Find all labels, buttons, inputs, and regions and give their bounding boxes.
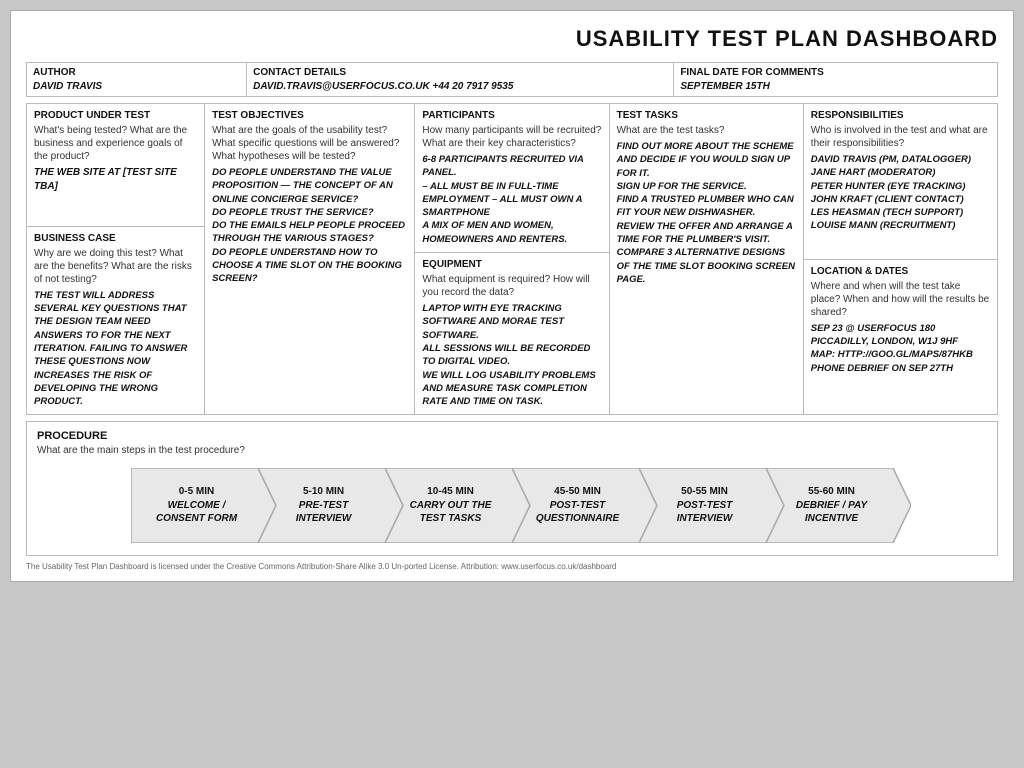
participants-item-2: A MIX OF MEN AND WOMEN, HOMEOWNERS AND R… xyxy=(422,219,601,246)
equipment-item-0: LAPTOP WITH EYE TRACKING SOFTWARE AND MO… xyxy=(422,302,601,342)
col-2: TEST OBJECTIVES What are the goals of th… xyxy=(205,104,415,414)
step-label-0: WELCOME / CONSENT FORM xyxy=(156,499,237,525)
step-label-1: PRE-TEST INTERVIEW xyxy=(296,499,352,525)
equipment-cell: EQUIPMENT What equipment is required? Ho… xyxy=(415,253,608,414)
resp-item-3: JOHN KRAFT (CLIENT CONTACT) xyxy=(811,193,990,206)
participants-cell: PARTICIPANTS How many participants will … xyxy=(415,104,608,253)
equipment-item-1: ALL SESSIONS WILL BE RECORDED TO DIGITAL… xyxy=(422,342,601,369)
step-label-5: DEBRIEF / PAY INCENTIVE xyxy=(796,499,867,525)
tasks-item-0: FIND OUT MORE ABOUT THE SCHEME AND DECID… xyxy=(617,140,796,180)
resp-item-0: DAVID TRAVIS (PM, DATALOGGER) xyxy=(811,153,990,166)
step-time-3: 45-50 MIN xyxy=(554,486,601,497)
responsibilities-title: RESPONSIBILITIES xyxy=(811,110,990,121)
procedure-step-5: 55-60 MIN DEBRIEF / PAY INCENTIVE xyxy=(766,468,911,543)
business-title: BUSINESS CASE xyxy=(34,233,197,244)
procedure-title: PROCEDURE xyxy=(37,430,987,442)
participants-item-1: – ALL MUST BE IN FULL-TIME EMPLOYMENT – … xyxy=(422,180,601,220)
test-tasks-cell: TEST TASKS What are the test tasks? FIND… xyxy=(610,104,803,414)
procedure-section: PROCEDURE What are the main steps in the… xyxy=(26,421,998,556)
col-1: PRODUCT UNDER TEST What's being tested? … xyxy=(27,104,205,414)
tasks-item-1: SIGN UP FOR THE SERVICE. xyxy=(617,180,796,193)
col-5: RESPONSIBILITIES Who is involved in the … xyxy=(804,104,997,414)
objectives-item-3: DO PEOPLE UNDERSTAND HOW TO CHOOSE A TIM… xyxy=(212,246,407,286)
tasks-desc: What are the test tasks? xyxy=(617,124,796,137)
resp-item-5: LOUISE MANN (RECRUITMENT) xyxy=(811,219,990,232)
step-time-4: 50-55 MIN xyxy=(681,486,728,497)
objectives-desc: What are the goals of the usability test… xyxy=(212,124,407,163)
location-item-2: PHONE DEBRIEF ON SEP 27TH xyxy=(811,362,990,375)
footer: The Usability Test Plan Dashboard is lic… xyxy=(26,562,998,571)
test-objectives-cell: TEST OBJECTIVES What are the goals of th… xyxy=(205,104,414,414)
procedure-step-0: 0-5 MIN WELCOME / CONSENT FORM xyxy=(131,468,276,543)
procedure-step-3: 45-50 MIN POST-TEST QUESTIONNAIRE xyxy=(512,468,657,543)
main-grid: PRODUCT UNDER TEST What's being tested? … xyxy=(26,103,998,415)
objectives-item-1: DO PEOPLE TRUST THE SERVICE? xyxy=(212,206,407,219)
final-date-label: FINAL DATE FOR COMMENTS xyxy=(680,67,991,78)
col-4: TEST TASKS What are the test tasks? FIND… xyxy=(610,104,804,414)
location-title: LOCATION & DATES xyxy=(811,266,990,277)
location-item-0: SEP 23 @ USERFOCUS 180 PICCADILLY, LONDO… xyxy=(811,322,990,349)
product-under-test-cell: PRODUCT UNDER TEST What's being tested? … xyxy=(27,104,204,227)
top-meta: AUTHOR DAVID TRAVIS CONTACT DETAILS DAVI… xyxy=(26,62,998,97)
participants-desc: How many participants will be recruited?… xyxy=(422,124,601,150)
participants-item-0: 6-8 PARTICIPANTS RECRUITED VIA PANEL. xyxy=(422,153,601,180)
product-desc: What's being tested? What are the busine… xyxy=(34,124,197,163)
contact-value: DAVID.TRAVIS@USERFOCUS.CO.UK +44 20 7917… xyxy=(253,81,513,92)
contact-section: CONTACT DETAILS DAVID.TRAVIS@USERFOCUS.C… xyxy=(247,63,674,96)
equipment-desc: What equipment is required? How will you… xyxy=(422,273,601,299)
objectives-item-2: DO THE EMAILS HELP PEOPLE PROCEED THROUG… xyxy=(212,219,407,246)
resp-item-4: LES HEASMAN (TECH SUPPORT) xyxy=(811,206,990,219)
step-label-3: POST-TEST QUESTIONNAIRE xyxy=(536,499,619,525)
responsibilities-desc: Who is involved in the test and what are… xyxy=(811,124,990,150)
step-time-0: 0-5 MIN xyxy=(179,486,215,497)
tasks-item-3: REVIEW THE OFFER AND ARRANGE A TIME FOR … xyxy=(617,220,796,247)
location-item-1: MAP: HTTP://GOO.GL/MAPS/87HKB xyxy=(811,348,990,361)
business-case-cell: BUSINESS CASE Why are we doing this test… xyxy=(27,227,204,415)
step-label-4: POST-TEST INTERVIEW xyxy=(677,499,733,525)
product-title: PRODUCT UNDER TEST xyxy=(34,110,197,121)
procedure-step-4: 50-55 MIN POST-TEST INTERVIEW xyxy=(639,468,784,543)
business-desc: Why are we doing this test? What are the… xyxy=(34,247,197,286)
col-3: PARTICIPANTS How many participants will … xyxy=(415,104,609,414)
final-date-section: FINAL DATE FOR COMMENTS SEPTEMBER 15TH xyxy=(674,63,997,96)
tasks-item-2: FIND A TRUSTED PLUMBER WHO CAN FIT YOUR … xyxy=(617,193,796,220)
tasks-title: TEST TASKS xyxy=(617,110,796,121)
step-time-1: 5-10 MIN xyxy=(303,486,344,497)
author-section: AUTHOR DAVID TRAVIS xyxy=(27,63,247,96)
contact-label: CONTACT DETAILS xyxy=(253,67,667,78)
business-value: THE TEST WILL ADDRESS SEVERAL KEY QUESTI… xyxy=(34,289,197,409)
tasks-item-4: COMPARE 3 ALTERNATIVE DESIGNS OF THE TIM… xyxy=(617,246,796,286)
objectives-item-0: DO PEOPLE UNDERSTAND THE VALUE PROPOSITI… xyxy=(212,166,407,206)
procedure-step-2: 10-45 MIN CARRY OUT THE TEST TASKS xyxy=(385,468,530,543)
author-value: DAVID TRAVIS xyxy=(33,81,102,92)
resp-item-2: PETER HUNTER (EYE TRACKING) xyxy=(811,180,990,193)
step-time-2: 10-45 MIN xyxy=(427,486,474,497)
final-date-value: SEPTEMBER 15TH xyxy=(680,81,769,92)
arrows-row: 0-5 MIN WELCOME / CONSENT FORM 5-10 MIN PRE… xyxy=(37,468,987,543)
page: USABILITY TEST PLAN DASHBOARD AUTHOR DAV… xyxy=(10,10,1014,582)
equipment-title: EQUIPMENT xyxy=(422,259,601,270)
page-title: USABILITY TEST PLAN DASHBOARD xyxy=(26,26,998,52)
objectives-title: TEST OBJECTIVES xyxy=(212,110,407,121)
procedure-desc: What are the main steps in the test proc… xyxy=(37,445,987,456)
product-value: THE WEB SITE AT [TEST SITE TBA] xyxy=(34,166,197,194)
location-desc: Where and when will the test take place?… xyxy=(811,280,990,319)
resp-item-1: JANE HART (MODERATOR) xyxy=(811,166,990,179)
responsibilities-cell: RESPONSIBILITIES Who is involved in the … xyxy=(804,104,997,260)
participants-title: PARTICIPANTS xyxy=(422,110,601,121)
author-label: AUTHOR xyxy=(33,67,240,78)
step-label-2: CARRY OUT THE TEST TASKS xyxy=(410,499,492,525)
step-time-5: 55-60 MIN xyxy=(808,486,855,497)
location-dates-cell: LOCATION & DATES Where and when will the… xyxy=(804,260,997,415)
procedure-step-1: 5-10 MIN PRE-TEST INTERVIEW xyxy=(258,468,403,543)
equipment-item-2: WE WILL LOG USABILITY PROBLEMS AND MEASU… xyxy=(422,369,601,409)
